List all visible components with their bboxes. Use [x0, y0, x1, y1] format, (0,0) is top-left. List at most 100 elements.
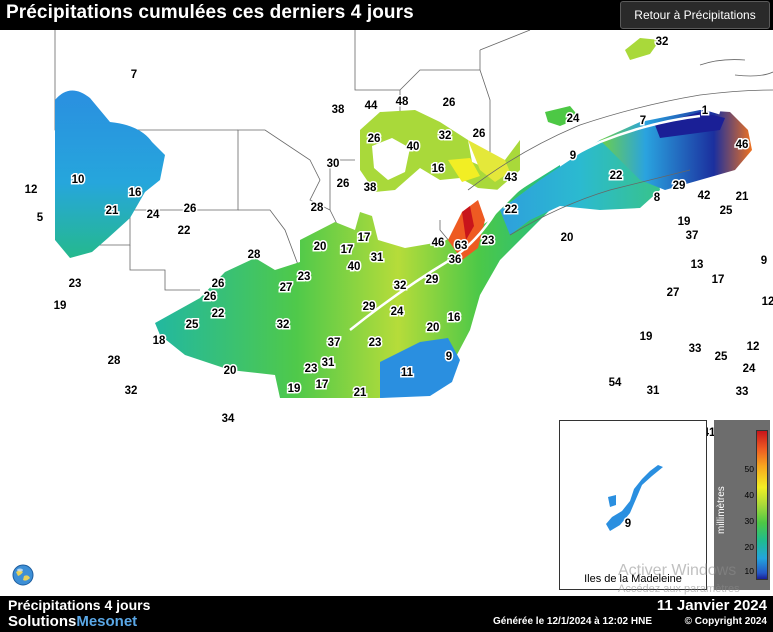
station-value: 9 [446, 351, 452, 363]
station-value: 32 [439, 130, 452, 142]
station-value: 19 [288, 383, 301, 395]
station-value: 29 [426, 274, 439, 286]
station-value: 63 [455, 240, 468, 252]
station-value: 38 [364, 182, 377, 194]
station-value: 19 [640, 331, 653, 343]
station-value: 29 [673, 180, 686, 192]
station-value: 40 [348, 261, 361, 273]
legend-tick: 10 [744, 566, 754, 576]
inset-station-value: 9 [625, 518, 631, 530]
station-value: 27 [667, 287, 680, 299]
station-value: 12 [25, 184, 38, 196]
station-value: 1 [702, 105, 709, 117]
product-name: Précipitations 4 jours [8, 597, 151, 613]
station-value: 10 [72, 174, 85, 186]
station-value: 22 [610, 170, 623, 182]
copyright: © Copyright 2024 [684, 616, 767, 627]
station-value: 32 [277, 319, 290, 331]
station-value: 12 [762, 296, 773, 308]
station-value: 16 [448, 312, 461, 324]
station-value: 48 [396, 96, 409, 108]
station-value: 17 [358, 232, 371, 244]
station-value: 25 [186, 319, 199, 331]
station-value: 28 [108, 355, 121, 367]
station-value: 13 [691, 259, 704, 271]
station-value: 24 [567, 113, 580, 125]
station-value: 31 [371, 252, 384, 264]
station-value: 19 [678, 216, 691, 228]
station-value: 33 [689, 343, 702, 355]
station-value: 38 [332, 104, 345, 116]
station-value: 17 [341, 244, 354, 256]
station-value: 9 [761, 255, 767, 267]
station-value: 37 [328, 337, 341, 349]
station-value: 44 [365, 100, 378, 112]
station-value: 26 [212, 278, 225, 290]
station-value: 21 [106, 205, 119, 217]
station-value: 26 [368, 133, 381, 145]
station-value: 28 [248, 249, 261, 261]
title-bar: Précipitations cumulées ces derniers 4 j… [0, 0, 773, 30]
station-value: 23 [369, 337, 382, 349]
brand-part2: Mesonet [76, 613, 138, 630]
station-value: 31 [647, 385, 660, 397]
station-value: 22 [212, 308, 225, 320]
station-value: 25 [715, 351, 728, 363]
station-value: 20 [314, 241, 327, 253]
legend-tick: 50 [744, 464, 754, 474]
station-value: 22 [178, 225, 191, 237]
station-value: 12 [747, 341, 760, 353]
station-value: 34 [222, 413, 235, 425]
station-value: 32 [125, 385, 138, 397]
globe-icon[interactable] [12, 564, 34, 586]
brand-logo: SolutionsMesonet [8, 613, 137, 630]
station-value: 26 [443, 97, 456, 109]
station-value: 42 [698, 190, 711, 202]
station-value: 25 [720, 205, 733, 217]
station-value: 31 [322, 357, 335, 369]
station-value: 20 [224, 365, 237, 377]
station-value: 26 [473, 128, 486, 140]
station-value: 29 [363, 301, 376, 313]
station-value: 46 [736, 139, 749, 151]
station-value: 27 [280, 282, 293, 294]
activation-watermark: Activer Windows [618, 562, 737, 579]
station-value: 21 [736, 191, 749, 203]
activation-watermark-subtitle: Accédez aux paramètres [618, 583, 740, 595]
page-title: Précipitations cumulées ces derniers 4 j… [6, 2, 414, 23]
generated-timestamp: Générée le 12/1/2024 à 12:02 HNE [493, 616, 652, 627]
station-value: 8 [654, 192, 661, 204]
station-value: 20 [561, 232, 574, 244]
station-value: 33 [736, 386, 749, 398]
station-value: 28 [311, 202, 324, 214]
station-value: 16 [432, 163, 445, 175]
station-value: 26 [184, 203, 197, 215]
station-value: 43 [505, 172, 518, 184]
footer: Précipitations 4 jours SolutionsMesonet … [0, 596, 773, 632]
station-value: 7 [131, 69, 137, 81]
station-value: 24 [147, 209, 160, 221]
station-value: 19 [54, 300, 67, 312]
station-value: 23 [298, 271, 311, 283]
station-value: 23 [69, 278, 82, 290]
station-value: 21 [354, 387, 367, 399]
station-value: 32 [394, 280, 407, 292]
station-value: 37 [686, 230, 699, 242]
station-value: 17 [316, 379, 329, 391]
station-value: 16 [129, 187, 142, 199]
station-value: 36 [449, 254, 462, 266]
station-value: 9 [570, 150, 576, 162]
station-value: 32 [656, 36, 669, 48]
station-value: 20 [427, 322, 440, 334]
station-value: 7 [640, 115, 646, 127]
back-to-precipitation-button[interactable]: Retour à Précipitations [620, 1, 770, 29]
station-value: 5 [37, 212, 44, 224]
brand-part1: Solutions [8, 613, 77, 630]
station-value: 26 [204, 291, 217, 303]
legend-tick: 40 [744, 490, 754, 500]
station-value: 22 [505, 204, 518, 216]
station-value: 30 [327, 158, 340, 170]
station-value: 24 [743, 363, 756, 375]
legend-color-bar [756, 430, 768, 580]
station-value: 23 [482, 235, 495, 247]
